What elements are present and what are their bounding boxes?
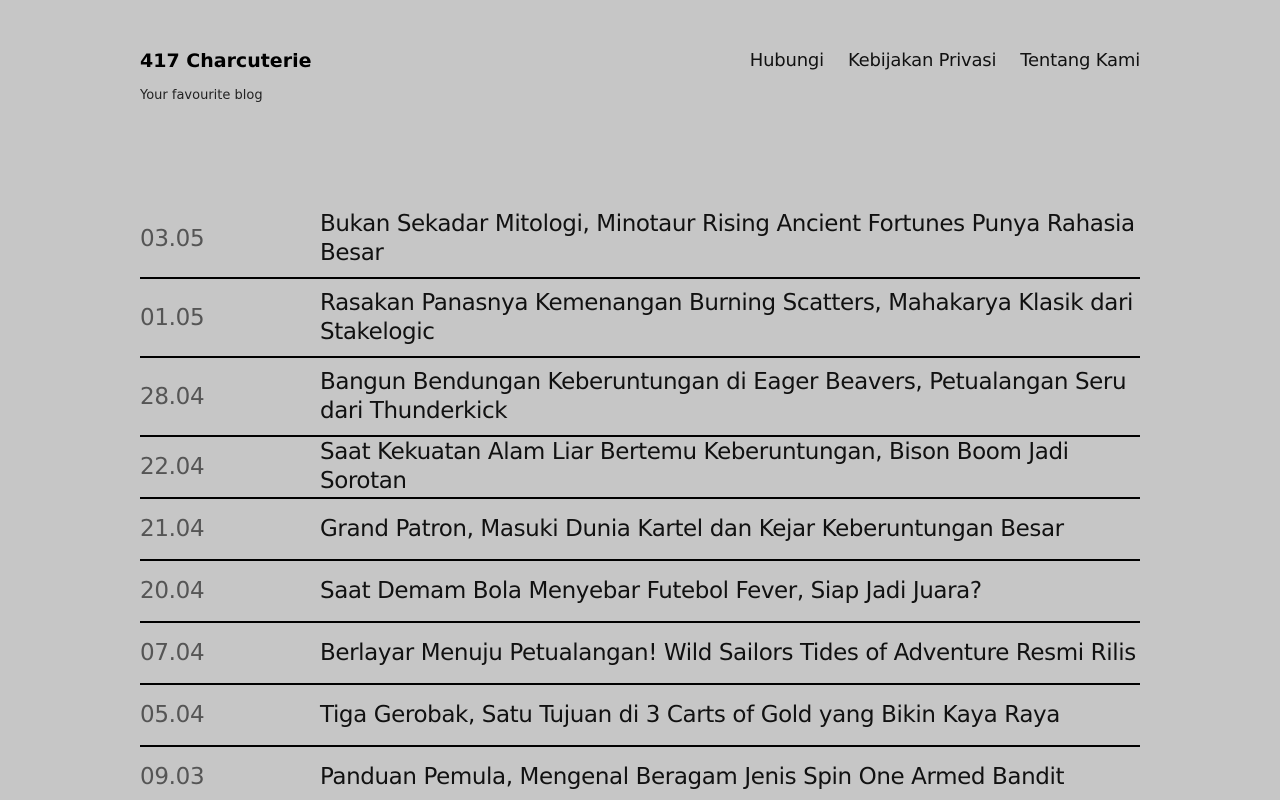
nav-item-kebijakan-privasi[interactable]: Kebijakan Privasi [848,50,997,71]
post-title-link[interactable]: Grand Patron, Masuki Dunia Kartel dan Ke… [320,515,1140,544]
site-header: 417 Charcuterie Your favourite blog Hubu… [140,50,1140,200]
main-nav: Hubungi Kebijakan Privasi Tentang Kami [750,50,1140,71]
post-list: 03.05 Bukan Sekadar Mitologi, Minotaur R… [140,200,1140,800]
post-item: 21.04 Grand Patron, Masuki Dunia Kartel … [140,499,1140,561]
post-item: 07.04 Berlayar Menuju Petualangan! Wild … [140,623,1140,685]
post-title-link[interactable]: Saat Kekuatan Alam Liar Bertemu Keberunt… [320,438,1140,496]
site-title-link[interactable]: 417 Charcuterie [140,50,311,72]
brand: 417 Charcuterie Your favourite blog [140,50,311,103]
page: 417 Charcuterie Your favourite blog Hubu… [140,0,1140,800]
nav-item-tentang-kami[interactable]: Tentang Kami [1020,50,1140,71]
post-title-link[interactable]: Berlayar Menuju Petualangan! Wild Sailor… [320,639,1140,668]
post-item: 22.04 Saat Kekuatan Alam Liar Bertemu Ke… [140,437,1140,499]
post-item: 09.03 Panduan Pemula, Mengenal Beragam J… [140,747,1140,800]
nav-item-hubungi[interactable]: Hubungi [750,50,824,71]
post-date: 20.04 [140,578,205,604]
post-item: 01.05 Rasakan Panasnya Kemenangan Burnin… [140,279,1140,358]
post-item: 03.05 Bukan Sekadar Mitologi, Minotaur R… [140,200,1140,279]
site-tagline: Your favourite blog [140,88,263,103]
post-item: 28.04 Bangun Bendungan Keberuntungan di … [140,358,1140,437]
post-date: 21.04 [140,516,205,542]
post-title-link[interactable]: Rasakan Panasnya Kemenangan Burning Scat… [320,289,1140,347]
post-title-link[interactable]: Bukan Sekadar Mitologi, Minotaur Rising … [320,210,1140,268]
post-date: 22.04 [140,454,205,480]
post-date: 09.03 [140,764,205,790]
post-item: 05.04 Tiga Gerobak, Satu Tujuan di 3 Car… [140,685,1140,747]
post-date: 01.05 [140,304,205,331]
post-title-link[interactable]: Panduan Pemula, Mengenal Beragam Jenis S… [320,763,1140,792]
post-title-link[interactable]: Tiga Gerobak, Satu Tujuan di 3 Carts of … [320,701,1140,730]
post-item: 20.04 Saat Demam Bola Menyebar Futebol F… [140,561,1140,623]
post-title-link[interactable]: Saat Demam Bola Menyebar Futebol Fever, … [320,577,1140,606]
post-date: 07.04 [140,640,205,666]
post-date: 03.05 [140,225,205,252]
post-title-link[interactable]: Bangun Bendungan Keberuntungan di Eager … [320,368,1140,426]
post-date: 28.04 [140,383,205,410]
post-date: 05.04 [140,702,205,728]
